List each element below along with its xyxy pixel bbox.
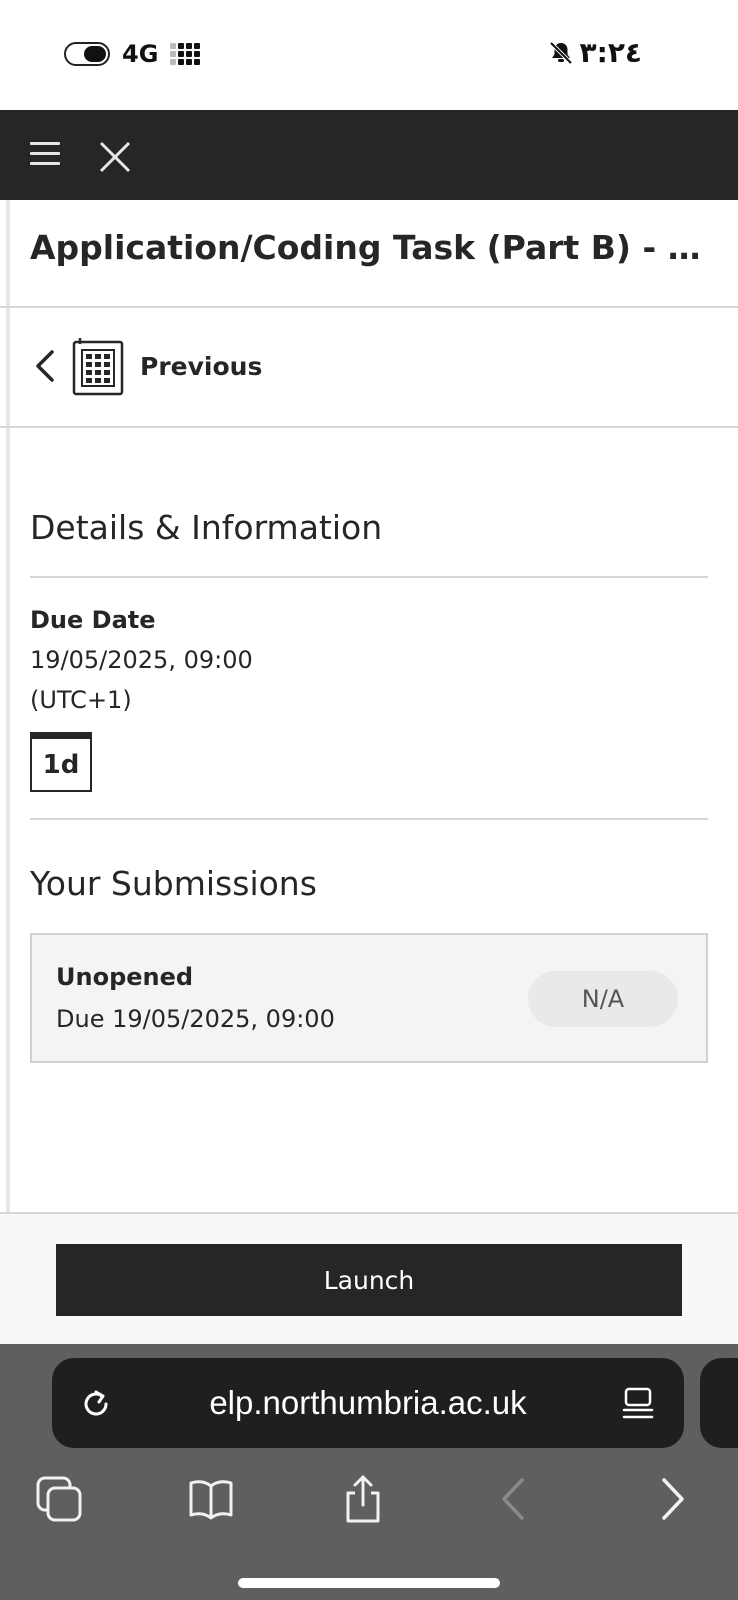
divider — [30, 818, 708, 820]
action-bar: Launch — [0, 1212, 738, 1346]
bookmarks-icon[interactable] — [186, 1474, 236, 1524]
url-text: elp.northumbria.ac.uk — [209, 1384, 527, 1421]
adjacent-tab[interactable] — [700, 1358, 738, 1448]
previous-label: Previous — [140, 351, 263, 381]
previous-link[interactable]: Previous — [34, 336, 262, 396]
toggle-icon — [64, 42, 110, 66]
divider — [0, 426, 738, 428]
reader-mode-icon[interactable] — [620, 1386, 656, 1422]
forward-icon[interactable] — [648, 1474, 698, 1524]
launch-button[interactable]: Launch — [56, 1244, 682, 1316]
chevron-left-icon — [36, 350, 54, 382]
status-bar: 4G ٣:٢٤ — [0, 0, 738, 110]
grade-pill: N/A — [528, 971, 678, 1027]
timezone-label: (UTC+1) — [30, 686, 132, 714]
page-title: Application/Coding Task (Part B) - Subm.… — [30, 228, 710, 267]
app-bar — [0, 110, 738, 200]
calculator-icon — [72, 338, 124, 396]
home-indicator — [238, 1578, 500, 1588]
bell-muted-icon — [549, 41, 572, 64]
due-date-label: Due Date — [30, 606, 156, 634]
browser-chrome: elp.northumbria.ac.uk — [0, 1344, 738, 1600]
back-icon[interactable] — [490, 1474, 540, 1524]
submissions-heading: Your Submissions — [30, 864, 317, 903]
clock: ٣:٢٤ — [579, 36, 642, 69]
submission-due: Due 19/05/2025, 09:00 — [56, 1005, 335, 1033]
signal-icon — [170, 43, 201, 65]
submission-card[interactable]: Unopened Due 19/05/2025, 09:00 N/A — [30, 933, 708, 1063]
share-icon[interactable] — [338, 1474, 388, 1524]
browser-toolbar — [0, 1464, 738, 1524]
network-label: 4G — [122, 40, 159, 68]
close-icon[interactable] — [98, 140, 132, 174]
divider — [30, 576, 708, 578]
due-date-value: 19/05/2025, 09:00 — [30, 646, 253, 674]
countdown-badge: 1d — [30, 732, 92, 792]
submission-status: Unopened — [56, 963, 194, 991]
divider — [0, 306, 738, 308]
tabs-icon[interactable] — [34, 1474, 84, 1524]
details-heading: Details & Information — [30, 508, 383, 547]
panel-edge — [6, 200, 10, 1235]
address-bar[interactable]: elp.northumbria.ac.uk — [52, 1358, 684, 1448]
menu-icon[interactable] — [30, 142, 60, 166]
